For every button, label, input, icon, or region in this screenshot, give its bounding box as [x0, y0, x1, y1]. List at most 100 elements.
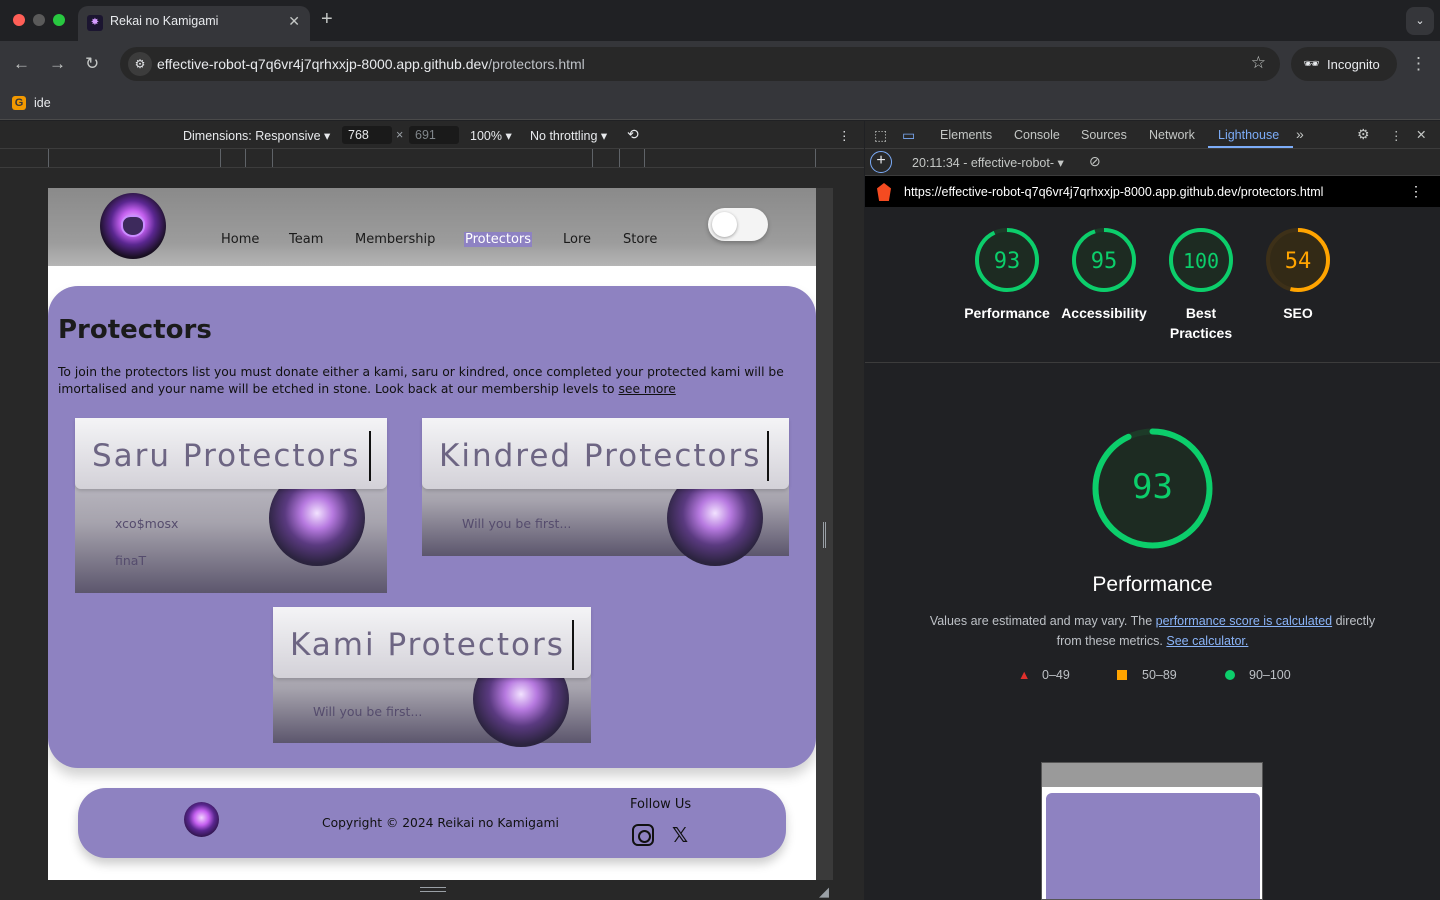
kindred-protectors-card: Kindred Protectors Will you be first...	[422, 418, 789, 566]
score-gauge-best-practices[interactable]: 100	[1168, 227, 1234, 293]
lighthouse-logo-icon	[877, 183, 891, 201]
incognito-icon: 🕶	[1303, 56, 1320, 71]
site-logo[interactable]	[100, 193, 166, 259]
nav-team[interactable]: Team	[289, 232, 323, 247]
ide-bookmark-icon[interactable]: G	[12, 96, 26, 110]
ruler-mark[interactable]	[48, 149, 49, 167]
inspect-element-icon[interactable]: ⬚	[874, 127, 887, 144]
tab-search-icon[interactable]: ⌄	[1406, 7, 1434, 35]
new-tab-icon[interactable]: +	[321, 8, 333, 31]
reload-icon[interactable]: ↻	[85, 54, 99, 74]
bookmark-ide[interactable]: ide	[34, 96, 51, 110]
x-icon[interactable]: 𝕏	[669, 824, 691, 846]
fail-triangle-icon: ▲	[1018, 668, 1031, 682]
zoom-select[interactable]: 100% ▾	[470, 128, 512, 143]
media-query-ruler	[0, 149, 864, 168]
report-select[interactable]: 20:11:34 - effective-robot- ▾	[912, 155, 1064, 170]
card-header: Saru Protectors	[75, 418, 387, 489]
performance-title: Performance	[1092, 573, 1213, 596]
final-screenshot-thumbnail[interactable]	[1041, 762, 1263, 900]
instagram-icon[interactable]	[632, 824, 654, 846]
devtools-menu-icon[interactable]: ⋮	[1390, 128, 1403, 143]
nav-home[interactable]: Home	[221, 232, 259, 247]
legend-pass: 90–100	[1249, 668, 1291, 682]
saru-protectors-card: Saru Protectors xco$mosx finaT	[75, 418, 387, 593]
score-gauge-seo[interactable]: 54	[1265, 227, 1331, 293]
see-calculator-link[interactable]: See calculator.	[1166, 634, 1248, 648]
report-url[interactable]: https://effective-robot-q7q6vr4j7qrhxxjp…	[904, 185, 1323, 199]
width-input[interactable]: 768	[342, 126, 392, 144]
see-more-link[interactable]: see more	[618, 382, 675, 396]
site-favicon-icon: ✸	[87, 15, 103, 31]
width-resize-handle[interactable]	[823, 522, 826, 548]
ruler-mark[interactable]	[272, 149, 273, 167]
average-square-icon	[1117, 670, 1127, 680]
bookmarks-bar: G ide	[0, 88, 1440, 120]
ruler-mark[interactable]	[592, 149, 593, 167]
protector-name: xco$mosx	[115, 516, 179, 531]
ruler-mark[interactable]	[644, 149, 645, 167]
copyright-text: Copyright © 2024 Reikai no Kamigami	[322, 816, 559, 830]
emulation-stage: Home Team Membership Protectors Lore Sto…	[0, 168, 864, 900]
browser-tab[interactable]: ✸ Rekai no Kamigami ✕	[78, 6, 310, 41]
maximize-window-button[interactable]	[53, 14, 65, 26]
minimize-window-button[interactable]	[33, 14, 45, 26]
clear-reports-icon[interactable]: ⊘	[1089, 153, 1101, 170]
tab-network[interactable]: Network	[1149, 128, 1195, 142]
close-window-button[interactable]	[13, 14, 25, 26]
card-header: Kindred Protectors	[422, 418, 789, 489]
ruler-mark[interactable]	[619, 149, 620, 167]
gauge-label: Accessibility	[1061, 305, 1147, 321]
settings-gear-icon[interactable]: ⚙	[1357, 126, 1370, 143]
close-tab-icon[interactable]: ✕	[288, 13, 300, 30]
device-toggle-icon[interactable]: ▭	[902, 127, 915, 144]
score-gauge-performance[interactable]: 93	[974, 227, 1040, 293]
toggle-knob	[712, 212, 737, 237]
follow-us-label: Follow Us	[630, 797, 692, 812]
dimensions-select[interactable]: Dimensions: Responsive ▾	[183, 128, 330, 143]
browser-menu-icon[interactable]: ⋮	[1410, 54, 1427, 74]
gauge-label: Best Practices	[1169, 305, 1233, 341]
ruler-mark[interactable]	[815, 149, 816, 167]
new-report-icon[interactable]: +	[870, 151, 892, 173]
tab-lighthouse[interactable]: Lighthouse	[1218, 128, 1279, 142]
height-resize-handle[interactable]	[420, 887, 446, 892]
height-input[interactable]: 691	[409, 126, 459, 144]
card-header: Kami Protectors	[273, 607, 591, 678]
devtools-tabbar: ⬚ ▭ Elements Console Sources Network Lig…	[865, 121, 1440, 149]
incognito-button[interactable]: 🕶 Incognito	[1291, 47, 1397, 81]
legend-average: 50–89	[1142, 668, 1177, 682]
tab-sources[interactable]: Sources	[1081, 128, 1127, 142]
site-header: Home Team Membership Protectors Lore Sto…	[48, 188, 816, 266]
gauge-label: Performance	[964, 305, 1050, 321]
nav-store[interactable]: Store	[623, 232, 657, 247]
ruler-mark[interactable]	[245, 149, 246, 167]
tab-console[interactable]: Console	[1014, 128, 1060, 142]
device-more-icon[interactable]: ⋮	[838, 128, 851, 143]
rotate-icon[interactable]: ⟲	[627, 126, 639, 143]
bookmark-star-icon[interactable]: ☆	[1251, 53, 1266, 73]
address-bar[interactable]: ⚙ effective-robot-q7q6vr4j7qrhxxjp-8000.…	[120, 47, 1280, 81]
score-gauge-accessibility[interactable]: 95	[1071, 227, 1137, 293]
text-cursor	[767, 431, 769, 481]
address-url[interactable]: effective-robot-q7q6vr4j7qrhxxjp-8000.ap…	[157, 56, 585, 72]
nav-lore[interactable]: Lore	[563, 232, 591, 247]
theme-toggle[interactable]	[708, 208, 768, 241]
forward-icon[interactable]: →	[49, 54, 66, 74]
nav-membership[interactable]: Membership	[355, 232, 435, 247]
throttling-select[interactable]: No throttling ▾	[530, 128, 607, 143]
ruler-mark[interactable]	[220, 149, 221, 167]
more-tabs-icon[interactable]: »	[1296, 126, 1304, 142]
gauge-score: 54	[1285, 249, 1312, 274]
back-icon[interactable]: ←	[13, 54, 30, 74]
card-title: Kami Protectors	[290, 627, 565, 663]
report-menu-icon[interactable]: ⋮	[1409, 183, 1423, 200]
tab-elements[interactable]: Elements	[940, 128, 992, 142]
site-info-icon[interactable]: ⚙	[128, 52, 152, 76]
footer-logo[interactable]	[184, 802, 219, 837]
corner-resize-handle[interactable]: ◢	[819, 884, 829, 900]
score-calculated-link[interactable]: performance score is calculated	[1156, 614, 1332, 628]
close-devtools-icon[interactable]: ✕	[1416, 127, 1426, 142]
nav-protectors[interactable]: Protectors	[464, 232, 533, 247]
protector-name: finaT	[115, 553, 147, 568]
